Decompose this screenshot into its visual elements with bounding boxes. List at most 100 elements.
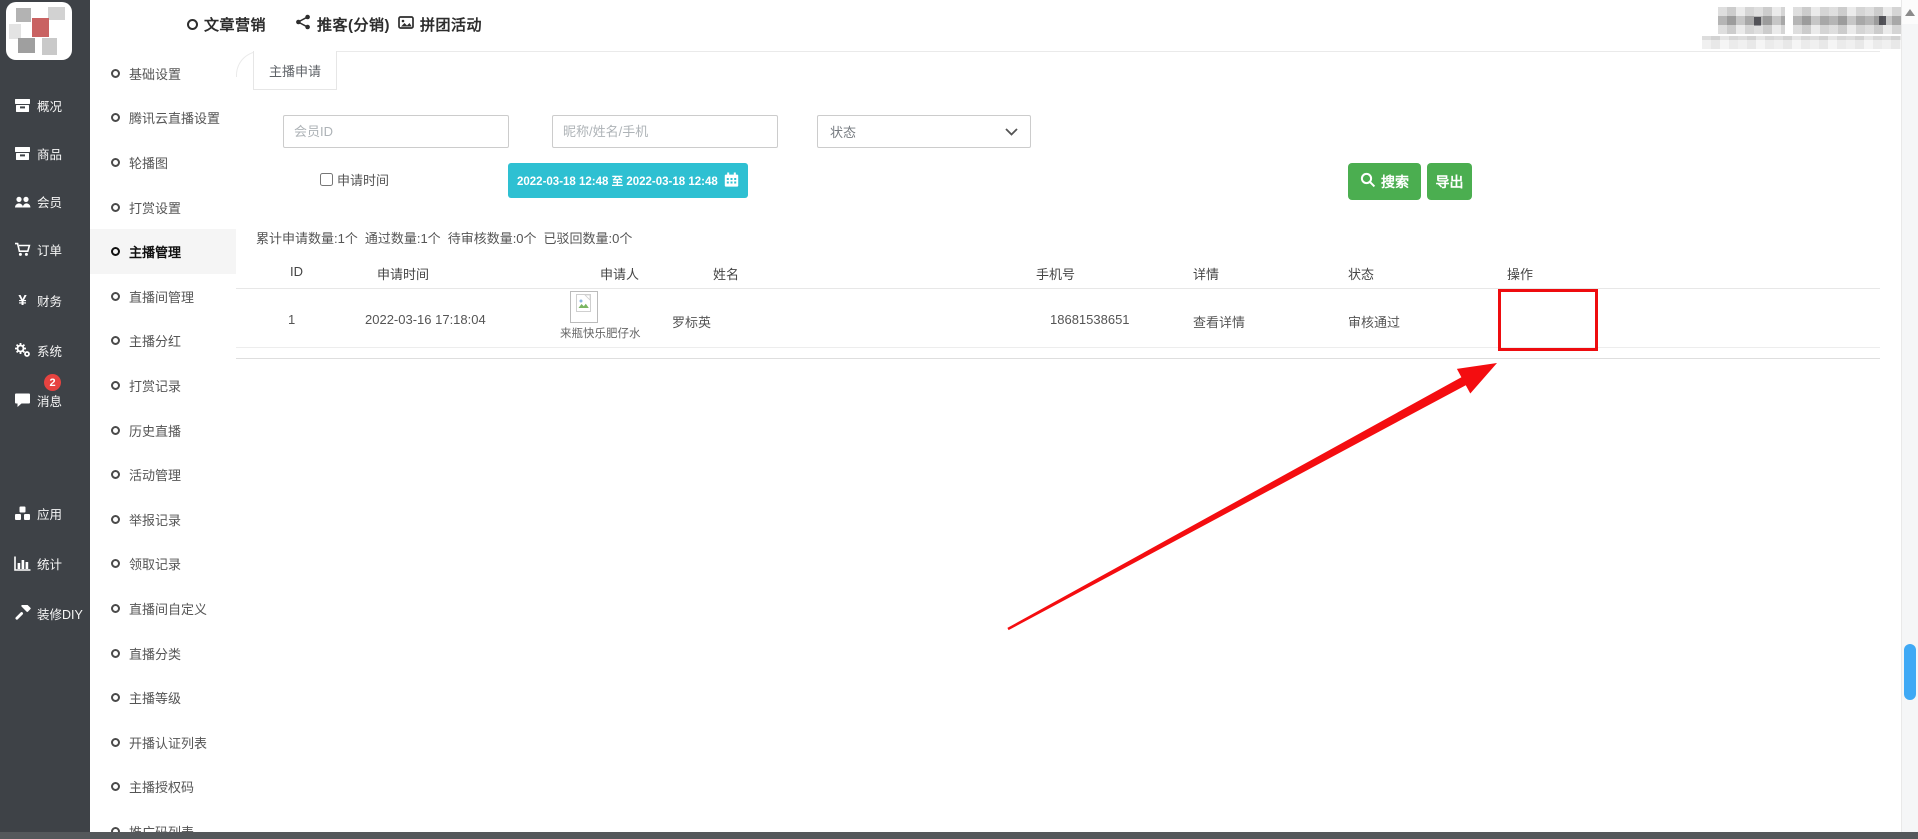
tab-label: 主播申请 [269, 61, 321, 80]
search-button[interactable]: 搜索 [1348, 163, 1421, 200]
summary-pending: 待审核数量:0个 [448, 228, 537, 247]
cell-apply-time: 2022-03-16 17:18:04 [365, 312, 486, 327]
submenu-item-label: 腾讯云直播设置 [129, 108, 220, 127]
circle-icon [111, 247, 120, 256]
sidebar-item-messages[interactable]: 消息 [0, 389, 90, 411]
submenu-item-label: 打赏设置 [129, 198, 181, 217]
submenu-item-anchor-dividend[interactable]: 主播分红 [90, 319, 236, 364]
sidebar-item-system[interactable]: 系统 [0, 339, 90, 361]
member-id-input[interactable] [283, 115, 509, 148]
sidebar-item-label: 系统 [37, 341, 62, 360]
table-bottom-divider [208, 358, 1880, 359]
circle-icon [111, 203, 120, 212]
submenu-item-live-category[interactable]: 直播分类 [90, 631, 236, 676]
top-navbar: 文章营销 推客(分销) 拼团活动 [90, 0, 1901, 48]
circle-icon [111, 782, 120, 791]
main-sidebar: 概况 商品 会员 订单 ¥ 财务 系统 消息 2 应用 [0, 0, 90, 839]
submenu-item-label: 基础设置 [129, 64, 181, 83]
view-detail-link[interactable]: 查看详情 [1193, 312, 1245, 331]
nav-item-label: 文章营销 [204, 14, 266, 35]
summary-total: 累计申请数量:1个 [256, 228, 358, 247]
status-select[interactable]: 状态 [817, 115, 1031, 148]
nav-item-distribution[interactable]: 推客(分销) [295, 0, 390, 48]
submenu-item-label: 主播等级 [129, 688, 181, 707]
submenu-item-tencent-live-settings[interactable]: 腾讯云直播设置 [90, 96, 236, 141]
nickname-name-phone-input[interactable] [552, 115, 778, 148]
submenu-item-reward-records[interactable]: 打赏记录 [90, 363, 236, 408]
sidebar-item-apps[interactable]: 应用 [0, 502, 90, 524]
app-logo [6, 2, 72, 60]
apply-time-checkbox[interactable] [320, 173, 333, 186]
sidebar-item-label: 消息 [37, 391, 62, 410]
broken-image-icon [570, 291, 598, 323]
nav-item-group-activity[interactable]: 拼团活动 [398, 0, 482, 48]
blurred-user-subinfo [1702, 36, 1918, 49]
submenu-item-claim-records[interactable]: 领取记录 [90, 542, 236, 587]
sidebar-item-label: 会员 [37, 192, 62, 211]
sidebar-item-products[interactable]: 商品 [0, 142, 90, 164]
submenu-item-label: 直播间自定义 [129, 599, 207, 618]
chevron-down-icon [1005, 124, 1018, 139]
submenu-item-basic-settings[interactable]: 基础设置 [90, 51, 236, 96]
cell-name: 罗标英 [672, 312, 711, 331]
summary-passed: 通过数量:1个 [365, 228, 441, 247]
sidebar-item-overview[interactable]: 概况 [0, 94, 90, 116]
sidebar-item-decoration-diy[interactable]: 装修DIY [0, 602, 90, 624]
date-range-button[interactable]: 2022-03-18 12:48 至 2022-03-18 12:48 [508, 163, 748, 198]
status-select-value: 状态 [830, 122, 856, 141]
vertical-scrollbar[interactable] [1901, 0, 1918, 832]
submenu-item-liveroom-management[interactable]: 直播间管理 [90, 274, 236, 319]
hammer-icon [13, 605, 32, 622]
image-icon [398, 15, 414, 34]
cubes-icon [13, 505, 32, 522]
column-header-id: ID [290, 264, 303, 279]
archive-icon [13, 97, 32, 114]
apply-time-label: 申请时间 [337, 170, 389, 189]
submenu-item-anchor-management[interactable]: 主播管理 [90, 229, 236, 274]
sidebar-item-finance[interactable]: ¥ 财务 [0, 289, 90, 311]
nav-item-article-marketing[interactable]: 文章营销 [187, 0, 266, 48]
submenu-item-anchor-level[interactable]: 主播等级 [90, 675, 236, 720]
blurred-user-info[interactable] [1793, 7, 1918, 34]
export-button[interactable]: 导出 [1427, 163, 1472, 200]
submenu-item-activity-management[interactable]: 活动管理 [90, 452, 236, 497]
circle-icon [111, 426, 120, 435]
sidebar-item-label: 商品 [37, 144, 62, 163]
sidebar-item-members[interactable]: 会员 [0, 190, 90, 212]
column-header-detail: 详情 [1193, 264, 1219, 283]
gears-icon [13, 342, 32, 359]
submenu-item-label: 主播管理 [129, 242, 181, 261]
live-module-submenu: 基础设置 腾讯云直播设置 轮播图 打赏设置 主播管理 直播间管理 主播分红 打赏… [90, 51, 236, 839]
circle-icon [111, 604, 120, 613]
submenu-item-report-records[interactable]: 举报记录 [90, 497, 236, 542]
circle-icon [111, 559, 120, 568]
table-row-divider [208, 347, 1880, 348]
sidebar-item-statistics[interactable]: 统计 [0, 552, 90, 574]
nav-item-label: 推客(分销) [317, 14, 390, 35]
cell-status: 审核通过 [1348, 312, 1400, 331]
column-header-apply-time: 申请时间 [377, 264, 429, 283]
sidebar-item-orders[interactable]: 订单 [0, 238, 90, 260]
tab-anchor-application[interactable]: 主播申请 [253, 51, 337, 90]
apply-time-filter[interactable]: 申请时间 [320, 166, 389, 192]
column-header-phone: 手机号 [1036, 264, 1075, 283]
submenu-item-live-history[interactable]: 历史直播 [90, 408, 236, 453]
circle-icon [111, 158, 120, 167]
submenu-item-carousel[interactable]: 轮播图 [90, 140, 236, 185]
scrollbar-up-button[interactable] [1902, 0, 1918, 24]
circle-icon [111, 649, 120, 658]
submenu-item-label: 直播间管理 [129, 287, 194, 306]
annotation-red-box [1498, 289, 1598, 351]
submenu-item-liveroom-custom[interactable]: 直播间自定义 [90, 586, 236, 631]
circle-icon [111, 381, 120, 390]
scrollbar-thumb[interactable] [1904, 644, 1916, 700]
blurred-user-avatar[interactable] [1718, 7, 1785, 34]
app-window: 概况 商品 会员 订单 ¥ 财务 系统 消息 2 应用 [0, 0, 1918, 839]
submenu-item-label: 主播授权码 [129, 777, 194, 796]
submenu-item-reward-settings[interactable]: 打赏设置 [90, 185, 236, 230]
submenu-item-label: 开播认证列表 [129, 733, 207, 752]
yen-icon: ¥ [13, 292, 32, 309]
sidebar-item-label: 财务 [37, 291, 62, 310]
submenu-item-anchor-auth-code[interactable]: 主播授权码 [90, 765, 236, 810]
submenu-item-live-auth-list[interactable]: 开播认证列表 [90, 720, 236, 765]
